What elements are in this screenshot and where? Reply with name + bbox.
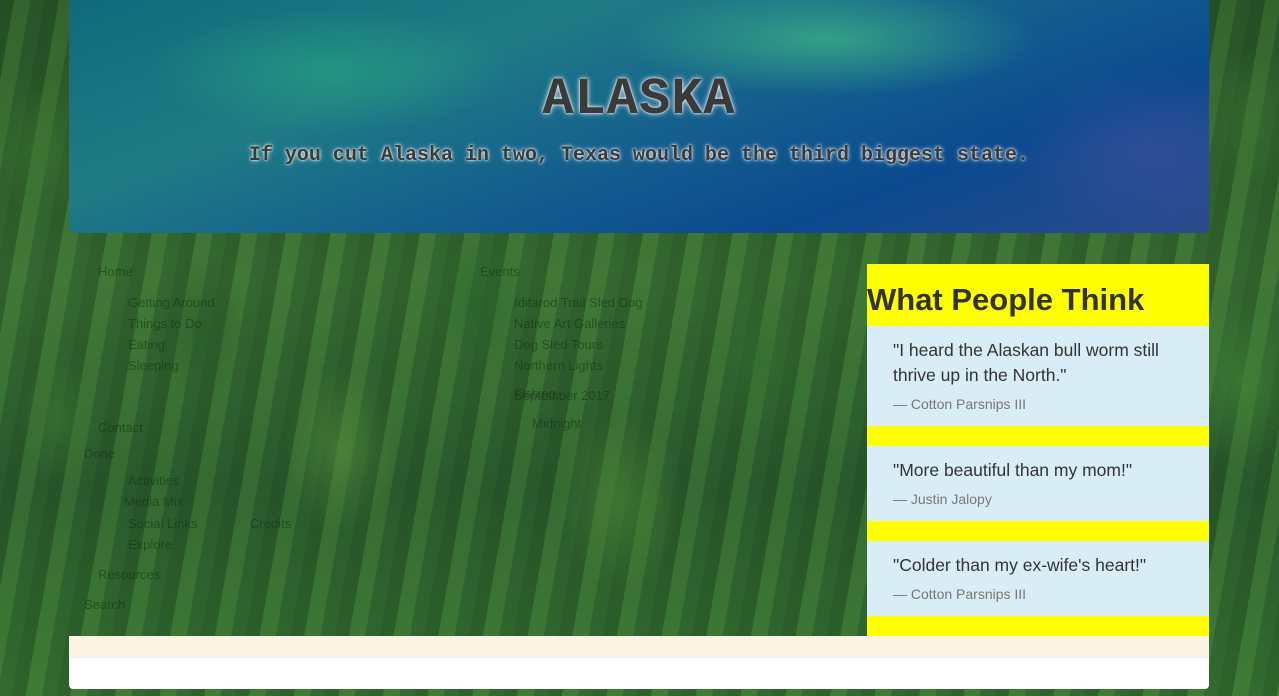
testimonial-text: "I heard the Alaskan bull worm still thr… bbox=[893, 340, 1159, 385]
faint-nav-item[interactable]: Sleeping bbox=[128, 358, 179, 373]
faint-nav-item[interactable]: Dog Sled Tours bbox=[514, 337, 603, 352]
testimonial-card: "Colder than my ex-wife's heart!" — Cott… bbox=[867, 541, 1209, 616]
faint-nav-item[interactable]: Events bbox=[480, 264, 520, 279]
faint-nav-item[interactable]: Getting Around bbox=[128, 295, 215, 310]
testimonial-card: "I heard the Alaskan bull worm still thr… bbox=[867, 326, 1209, 426]
faint-nav-item[interactable]: Done bbox=[84, 446, 115, 461]
page-header: ALASKA If you cut Alaska in two, Texas w… bbox=[69, 0, 1209, 233]
faint-nav-item[interactable]: Midnight bbox=[532, 416, 581, 431]
faint-nav-item[interactable]: Credits bbox=[250, 516, 291, 531]
faint-nav-item[interactable]: Social Links bbox=[128, 516, 197, 531]
faint-nav-item[interactable]: Things to Do bbox=[128, 316, 202, 331]
testimonial-author: — Cotton Parsnips III bbox=[893, 586, 1027, 602]
page-title: ALASKA bbox=[542, 70, 736, 129]
faint-nav-item[interactable]: Media Mix bbox=[124, 494, 183, 509]
faint-nav-item[interactable]: Iditarod Trail Sled Dog bbox=[514, 295, 643, 310]
faint-nav-item[interactable]: Northern Lights bbox=[514, 358, 603, 373]
faint-nav-item[interactable]: Native Art Galleries bbox=[514, 316, 625, 331]
testimonial-text: "More beautiful than my mom!" bbox=[893, 460, 1133, 480]
faint-nav-item[interactable]: Contact bbox=[98, 420, 143, 435]
faint-nav-item[interactable]: Home bbox=[98, 264, 133, 279]
testimonial-text: "Colder than my ex-wife's heart!" bbox=[893, 555, 1147, 575]
faint-nav-item[interactable]: Eating bbox=[128, 337, 165, 352]
testimonial-author: — Cotton Parsnips III bbox=[893, 396, 1027, 412]
testimonial-author: — Justin Jalopy bbox=[893, 491, 992, 507]
footer-bar bbox=[69, 636, 1209, 658]
faint-nav-item[interactable]: Explore bbox=[128, 537, 172, 552]
testimonial-card: "More beautiful than my mom!" — Justin J… bbox=[867, 446, 1209, 521]
page-tagline: If you cut Alaska in two, Texas would be… bbox=[248, 144, 1030, 167]
faint-nav-item[interactable]: Resources bbox=[98, 567, 160, 582]
page-footer bbox=[69, 636, 1209, 689]
testimonials-heading: What People Think bbox=[867, 282, 1145, 317]
faint-nav-item[interactable]: Search bbox=[84, 597, 125, 612]
faint-nav-item[interactable]: September 2017 bbox=[514, 388, 610, 403]
testimonials-panel: What People Think "I heard the Alaskan b… bbox=[867, 264, 1209, 636]
faint-nav-item[interactable]: Activities bbox=[128, 473, 179, 488]
